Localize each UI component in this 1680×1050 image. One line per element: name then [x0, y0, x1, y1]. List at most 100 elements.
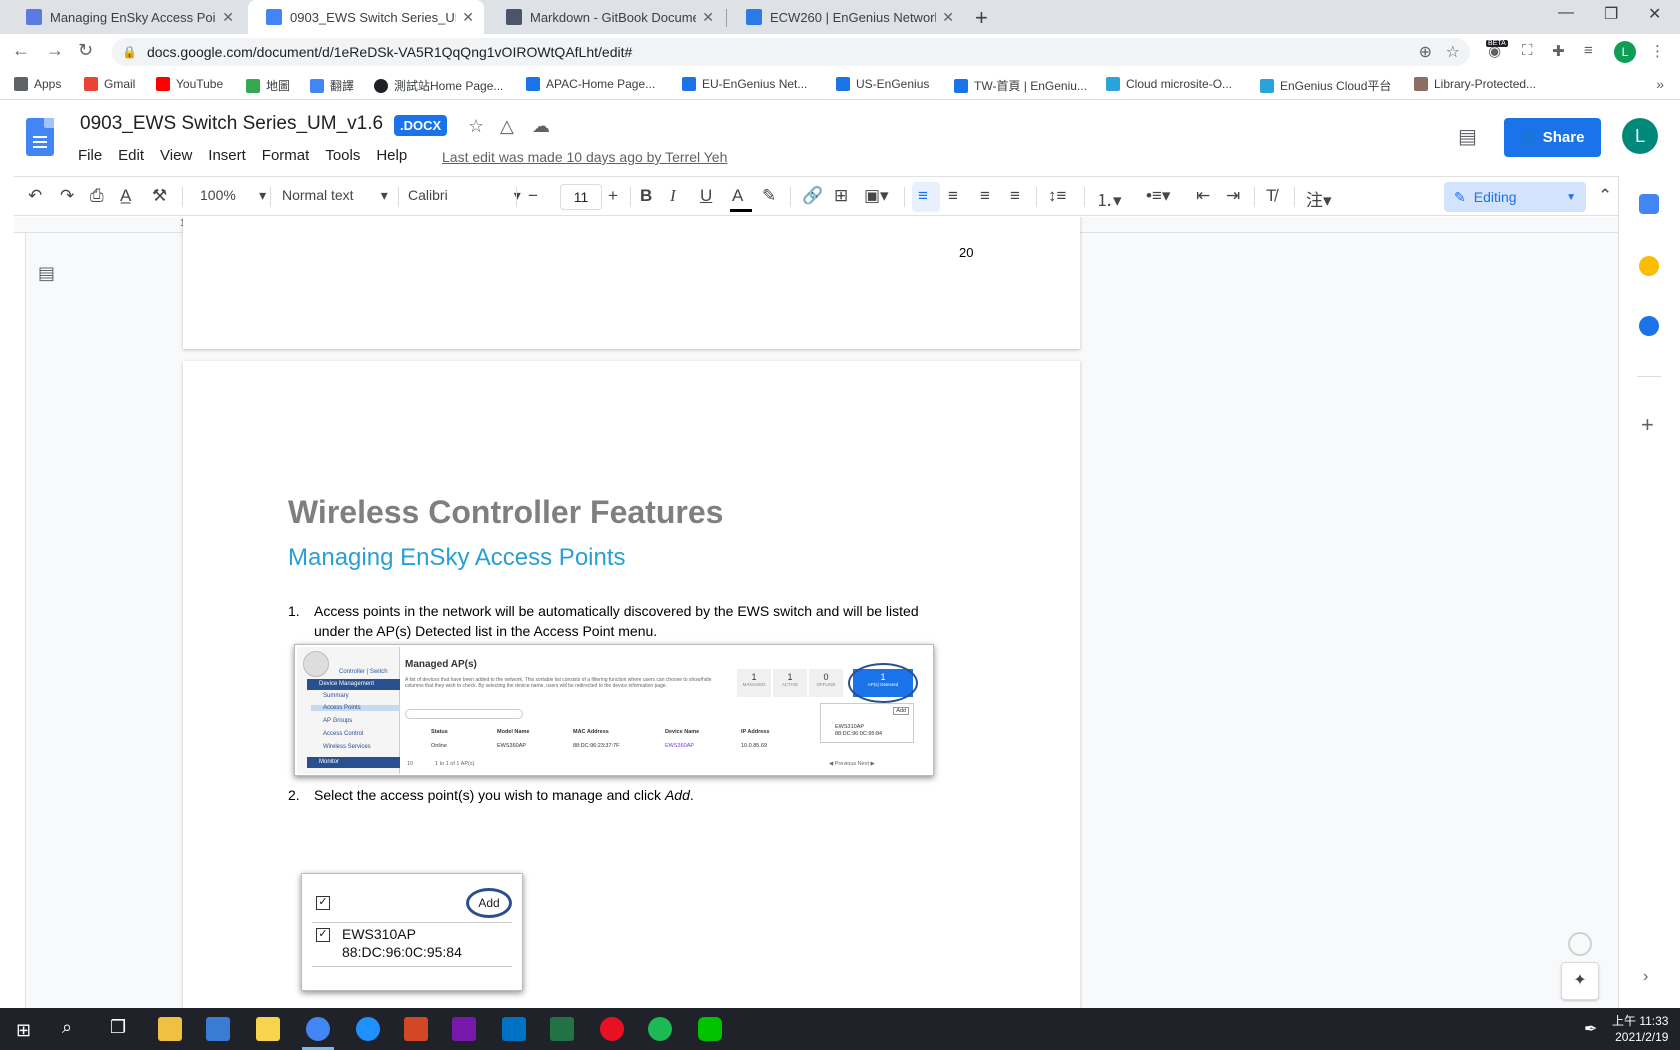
sticky-notes-icon[interactable] [256, 1017, 280, 1041]
insert-link-icon[interactable]: 🔗 [802, 186, 823, 206]
back-arrow-icon[interactable]: ← [12, 40, 30, 61]
bookmark-maps[interactable]: 地圖 [246, 77, 290, 94]
bookmark-apac[interactable]: APAC-Home Page... [526, 77, 655, 91]
document-page[interactable]: Wireless Controller Features Managing En… [183, 361, 1080, 1008]
account-avatar[interactable]: L [1622, 118, 1658, 154]
align-right-icon[interactable]: ≡ [980, 186, 990, 206]
insert-image-icon[interactable]: ▣▾ [864, 186, 889, 206]
cloud-status-icon[interactable]: ☁ [532, 116, 550, 137]
browser-tab-4[interactable]: ECW260 | EnGenius Networks Europe ✕ [728, 0, 964, 34]
print-icon[interactable]: ⎙ [90, 186, 104, 206]
undo-icon[interactable]: ↶ [28, 186, 42, 206]
zoom-icon[interactable]: ⊕ [1419, 42, 1432, 62]
close-tab-icon[interactable]: ✕ [462, 9, 474, 26]
outlook-icon[interactable] [502, 1017, 526, 1041]
last-edit-link[interactable]: Last edit was made 10 days ago by Terrel… [442, 149, 727, 165]
document-title[interactable]: 0903_EWS Switch Series_UM_v1.6 [80, 113, 383, 135]
powerpoint-icon[interactable] [404, 1017, 428, 1041]
bookmark-star-icon[interactable]: ☆ [1446, 42, 1460, 62]
add-ons-plus-icon[interactable]: + [1641, 412, 1654, 438]
docs-home-icon[interactable] [26, 118, 54, 156]
task-view-icon[interactable]: ❐ [110, 1017, 126, 1038]
menu-help[interactable]: Help [376, 147, 407, 164]
pen-workspace-icon[interactable]: ✒ [1584, 1019, 1597, 1039]
chrome-menu-icon[interactable]: ⋮ [1650, 42, 1665, 60]
bookmark-apps[interactable]: Apps [14, 77, 61, 91]
media-player-icon[interactable] [600, 1017, 624, 1041]
bookmark-youtube[interactable]: YouTube [156, 77, 223, 91]
spellcheck-icon[interactable]: A̲ [120, 186, 131, 206]
align-left-icon[interactable]: ≡ [918, 186, 928, 206]
document-outline-icon[interactable]: ▤ [38, 263, 55, 284]
menu-format[interactable]: Format [262, 147, 310, 164]
decrease-indent-icon[interactable]: ⇤ [1196, 186, 1210, 206]
browser-profile-avatar[interactable]: L [1614, 41, 1636, 63]
menu-edit[interactable]: Edit [118, 147, 144, 164]
heading-2[interactable]: Managing EnSky Access Points [288, 544, 626, 572]
zoom-dropdown[interactable]: 100% ▾ [200, 187, 266, 204]
reload-icon[interactable]: ↻ [78, 40, 93, 61]
bookmark-cloud-microsite[interactable]: Cloud microsite-O... [1106, 77, 1232, 91]
new-tab-plus-icon[interactable]: + [975, 5, 988, 31]
windows-start-icon[interactable]: ⊞ [16, 1020, 31, 1041]
collapse-panel-chevron-icon[interactable]: › [1643, 968, 1648, 986]
document-workspace[interactable]: 1 1 2 3 4 5 6 7 ▼ ▼ ▤ 20 Wireless Contro… [14, 217, 1618, 1008]
increase-font-size-icon[interactable]: + [608, 186, 618, 206]
share-button[interactable]: 👤 Share [1504, 118, 1601, 157]
add-comment-icon[interactable]: ⊞ [834, 186, 848, 206]
bookmark-us[interactable]: US-EnGenius [836, 77, 929, 91]
bookmarks-overflow-icon[interactable]: » [1656, 76, 1664, 92]
grammarly-icon[interactable] [1568, 932, 1592, 956]
vertical-ruler[interactable] [14, 233, 26, 1008]
editing-mode-dropdown[interactable]: ✎ Editing ▼ [1444, 182, 1586, 212]
paint-format-icon[interactable]: ⚒ [152, 186, 167, 206]
store-icon[interactable] [206, 1017, 230, 1041]
tasks-icon[interactable] [1639, 316, 1659, 336]
numbered-list-icon[interactable]: ⒈▾ [1096, 186, 1122, 211]
line-icon[interactable] [698, 1017, 722, 1041]
explore-icon[interactable]: ✦ [1561, 962, 1599, 1000]
bookmark-library[interactable]: Library-Protected... [1414, 77, 1536, 91]
bookmark-translate[interactable]: 翻譯 [310, 77, 354, 94]
search-icon[interactable]: ⌕ [62, 1017, 72, 1038]
browser-tab-1[interactable]: Managing EnSky Access Points ✕ [8, 0, 244, 34]
browser-tab-2-active[interactable]: 0903_EWS Switch Series_UM_v1.6 ✕ [248, 0, 484, 34]
chrome-icon[interactable] [306, 1017, 330, 1041]
menu-view[interactable]: View [160, 147, 192, 164]
hide-menus-chevron-icon[interactable]: ⌃ [1598, 186, 1612, 206]
style-dropdown[interactable]: Normal text ▾ [282, 187, 388, 204]
restore-icon[interactable]: ❐ [1604, 4, 1618, 24]
increase-indent-icon[interactable]: ⇥ [1226, 186, 1240, 206]
close-tab-icon[interactable]: ✕ [222, 9, 234, 26]
decrease-font-size-icon[interactable]: − [528, 186, 538, 206]
keep-icon[interactable] [1639, 256, 1659, 276]
browser-tab-3[interactable]: Markdown - GitBook Documentation ✕ [488, 0, 724, 34]
reading-list-icon[interactable]: ≡ [1584, 42, 1593, 59]
screen-capture-icon[interactable]: ⛶ [1522, 42, 1533, 59]
input-tools-icon[interactable]: 注▾ [1306, 186, 1332, 211]
close-tab-icon[interactable]: ✕ [942, 9, 954, 26]
bookmark-tw[interactable]: TW-首頁 | EnGeniu... [954, 77, 1087, 94]
close-window-icon[interactable]: ✕ [1648, 4, 1661, 24]
justify-icon[interactable]: ≡ [1010, 186, 1020, 206]
system-clock[interactable]: 上午 11:33 2021/2/19 [1612, 1013, 1668, 1045]
add-ap-screenshot[interactable]: ✓ Add ✓ EWS310AP 88:DC:96:0C:95:84 [301, 873, 523, 991]
comment-history-icon[interactable]: ▤ [1458, 124, 1477, 149]
align-center-icon[interactable]: ≡ [948, 186, 958, 206]
calendar-icon[interactable] [1639, 194, 1659, 214]
file-explorer-icon[interactable] [158, 1017, 182, 1041]
address-bar[interactable]: 🔒 docs.google.com/document/d/1eReDSk-VA5… [112, 38, 1470, 66]
font-dropdown[interactable]: Calibri ▾ [408, 187, 521, 204]
document-page[interactable]: 20 [183, 217, 1080, 349]
font-size-input[interactable]: 11 [560, 184, 602, 210]
underline-icon[interactable]: U [700, 186, 712, 206]
bold-icon[interactable]: B [640, 186, 652, 206]
line-spacing-icon[interactable]: ↕≡ [1048, 186, 1066, 206]
bookmark-test-site[interactable]: 測試站Home Page... [374, 77, 503, 94]
close-tab-icon[interactable]: ✕ [702, 9, 714, 26]
spotify-icon[interactable] [648, 1017, 672, 1041]
move-to-drive-icon[interactable]: △ [500, 116, 514, 137]
clear-formatting-icon[interactable]: T̸ [1266, 186, 1276, 206]
onenote-icon[interactable] [452, 1017, 476, 1041]
menu-file[interactable]: File [78, 147, 102, 164]
